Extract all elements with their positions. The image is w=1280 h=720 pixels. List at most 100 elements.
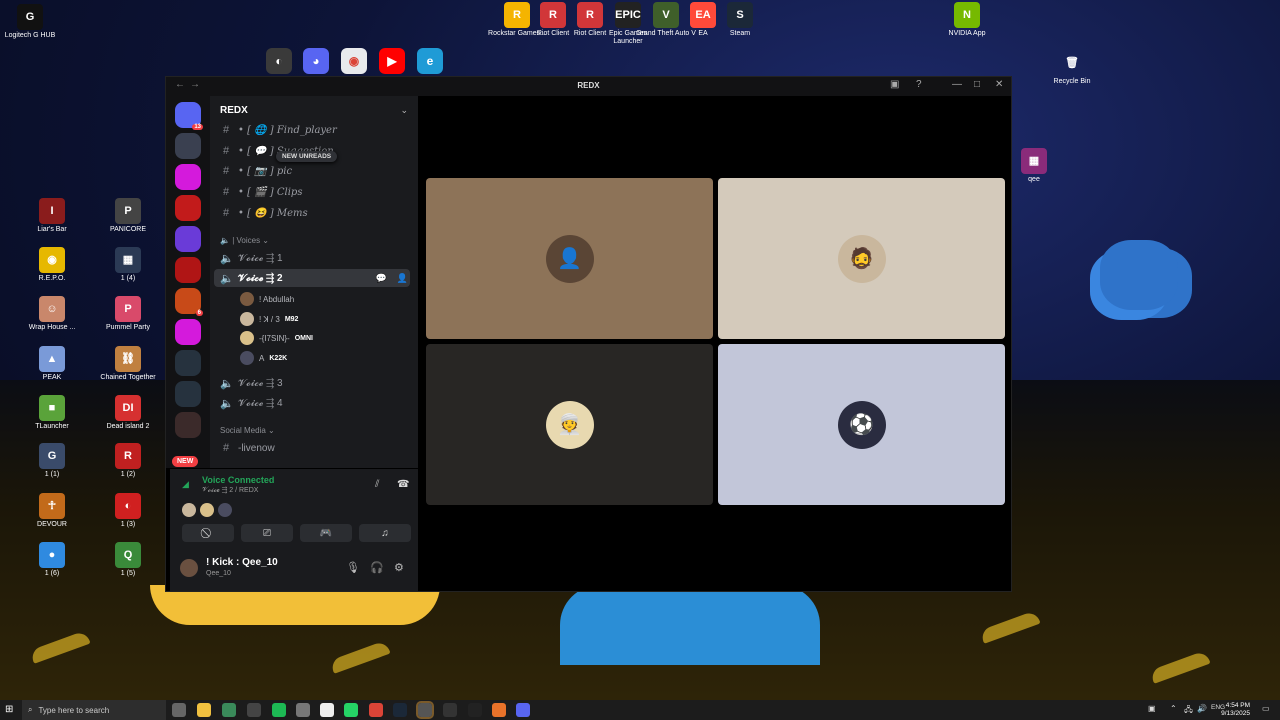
taskbar-app-icon[interactable] <box>296 703 310 717</box>
server-icon[interactable] <box>175 350 201 376</box>
windows-start-icon[interactable]: ⊞ <box>5 704 13 715</box>
participant-tile[interactable]: 🧔 <box>718 178 1005 339</box>
chevron-down-icon[interactable]: ⌄ <box>400 105 408 116</box>
chrome-icon[interactable]: ◉ <box>341 48 367 74</box>
category-social-media[interactable]: Social Media ⌄ <box>220 426 275 435</box>
channel-pic[interactable]: # • [ 📷 ] pic <box>220 162 410 180</box>
desktop-icon-logitech[interactable]: G Logitech G HUB <box>0 4 60 40</box>
server-icon[interactable]: 6 <box>175 288 203 316</box>
desktop-icon-recycle-bin[interactable]: 🗑 Recycle Bin <box>1042 50 1102 86</box>
voice-user[interactable]: ! Abdullah <box>240 291 294 307</box>
notification-icon[interactable]: ▭ <box>1262 704 1270 713</box>
discord-icon[interactable]: ◕ <box>303 48 329 74</box>
voice-channel-4[interactable]: 🔈 𝓥𝓸𝓲𝓬𝓮 ⇶ 4 <box>220 394 410 412</box>
steam-icon[interactable] <box>393 703 407 717</box>
soundboard-button[interactable]: ♫ <box>359 524 411 542</box>
gear-icon[interactable]: ⚙ <box>394 561 404 574</box>
channel-livenow[interactable]: # -livenow <box>220 439 410 457</box>
server-icon[interactable] <box>175 412 201 438</box>
server-name[interactable]: REDX <box>220 105 248 116</box>
network-icon[interactable]: 🖧 <box>1184 704 1193 718</box>
desktop-icon[interactable]: ▦ 1 (4) <box>98 247 158 283</box>
server-icon[interactable] <box>175 257 201 283</box>
notepad-icon[interactable] <box>320 703 334 717</box>
voice-channel-1[interactable]: 🔈 𝓥𝓸𝓲𝓬𝓮 ⇶ 1 <box>220 249 410 267</box>
help-icon[interactable]: ? <box>916 79 922 90</box>
taskbar-app-icon[interactable] <box>247 703 261 717</box>
channel-clips[interactable]: # • [ 🎬 ] Clips <box>220 183 410 201</box>
desktop-icon[interactable]: I Liar's Bar <box>22 198 82 234</box>
tray-icon[interactable]: ▣ <box>1148 704 1156 713</box>
direct-messages-button[interactable]: 13 <box>175 102 203 130</box>
participant-tile[interactable]: ⚽ <box>718 344 1005 505</box>
taskbar-app-icon[interactable] <box>492 703 506 717</box>
desktop-icon[interactable]: DI Dead island 2 <box>98 395 158 431</box>
server-icon[interactable] <box>175 164 201 190</box>
new-unreads-pill[interactable]: NEW UNREADS <box>276 151 338 162</box>
new-pill[interactable]: NEW <box>172 456 199 467</box>
clock[interactable]: 4:54 PM 9/13/2025 <box>1221 702 1250 718</box>
voice-user[interactable]: A K22K <box>240 350 287 366</box>
taskbar-app-icon[interactable] <box>416 701 434 719</box>
server-icon[interactable] <box>175 195 201 221</box>
participant-tile[interactable]: 👤 <box>426 178 713 339</box>
whatsapp-icon[interactable] <box>344 703 358 717</box>
desktop-icon[interactable]: ◐ 1 (3) <box>98 493 158 529</box>
desktop-icon[interactable]: ▲ PEAK <box>22 346 82 382</box>
desktop-icon[interactable]: G 1 (1) <box>22 443 82 479</box>
inbox-icon[interactable]: ▣ <box>890 79 899 90</box>
add-user-icon[interactable]: 👤 <box>397 273 408 284</box>
screen-share-button[interactable]: ⎚ <box>241 524 293 542</box>
spotify-icon[interactable] <box>272 703 286 717</box>
microphone-icon[interactable]: 🎙 <box>346 561 360 574</box>
desktop-icon[interactable]: ⛓ Chained Together <box>98 346 158 382</box>
edge-icon[interactable]: e <box>417 48 443 74</box>
discord-icon[interactable] <box>516 703 530 717</box>
avatar[interactable] <box>180 559 198 577</box>
voice-status[interactable]: Voice Connected <box>202 475 274 485</box>
task-view-icon[interactable] <box>172 703 186 717</box>
server-icon[interactable] <box>175 381 201 407</box>
taskbar-app-icon[interactable] <box>222 703 236 717</box>
voice-channel-2[interactable]: 🔈 𝓥𝓸𝓲𝓬𝓮 ⇶ 2 💬 👤 <box>214 269 410 287</box>
username[interactable]: ! Kick : Qee_10 <box>206 557 278 568</box>
desktop-icon[interactable]: ◉ R.E.P.O. <box>22 247 82 283</box>
minimize-icon[interactable]: — <box>952 79 962 90</box>
desktop-icon[interactable]: ☥ DEVOUR <box>22 493 82 529</box>
channel-find-player[interactable]: # • [ 🌐 ] Find_player <box>220 121 410 139</box>
headphones-icon[interactable]: 🎧 <box>370 561 384 574</box>
close-icon[interactable]: ✕ <box>995 79 1003 90</box>
logitech-icon[interactable] <box>468 703 482 717</box>
server-icon[interactable] <box>175 133 201 159</box>
desktop-icon[interactable]: R 1 (2) <box>98 443 158 479</box>
desktop-icon[interactable]: Q 1 (5) <box>98 542 158 578</box>
server-icon[interactable] <box>175 319 201 345</box>
channel-mems[interactable]: # • [ 😆 ] Mems <box>220 204 410 222</box>
maximize-icon[interactable]: □ <box>974 79 980 90</box>
activities-button[interactable]: 🎮 <box>300 524 352 542</box>
camera-off-button[interactable]: ⃠ <box>182 524 234 542</box>
desktop-icon-qee[interactable]: ▦ qee <box>1004 148 1064 184</box>
category-voices[interactable]: 🔈 | Voices ⌄ <box>220 236 269 245</box>
voice-user[interactable]: ! ꓘ / 3 M92 <box>240 311 298 327</box>
participant-tile[interactable]: 👳 <box>426 344 713 505</box>
volume-icon[interactable]: 🔊 <box>1197 704 1207 713</box>
file-explorer-icon[interactable] <box>197 703 211 717</box>
voice-channel-3[interactable]: 🔈 𝓥𝓸𝓲𝓬𝓮 ⇶ 3 <box>220 374 410 392</box>
chevron-up-icon[interactable]: ⌃ <box>1170 704 1177 713</box>
server-icon[interactable] <box>175 226 201 252</box>
chrome-icon[interactable] <box>369 703 383 717</box>
desktop-icon[interactable]: ● 1 (6) <box>22 542 82 578</box>
disconnect-icon[interactable]: ☎ <box>397 479 409 490</box>
voice-user[interactable]: -{I7SIN}- OMNI <box>240 330 313 346</box>
desktop-icon[interactable]: ■ TLauncher <box>22 395 82 431</box>
desktop-icon[interactable]: ☺ Wrap House ... <box>22 296 82 332</box>
desktop-icon[interactable]: P Pummel Party <box>98 296 158 332</box>
davinci-icon[interactable]: ◐ <box>266 48 292 74</box>
desktop-icon[interactable]: P PANICORE <box>98 198 158 234</box>
desktop-icon[interactable]: N NVIDIA App <box>937 2 997 38</box>
noise-suppression-icon[interactable]: ⫽ <box>375 479 379 490</box>
taskbar-app-icon[interactable] <box>443 703 457 717</box>
desktop-icon[interactable]: S Steam <box>710 2 770 38</box>
taskbar-search[interactable]: ⌕ Type here to search <box>22 700 166 720</box>
